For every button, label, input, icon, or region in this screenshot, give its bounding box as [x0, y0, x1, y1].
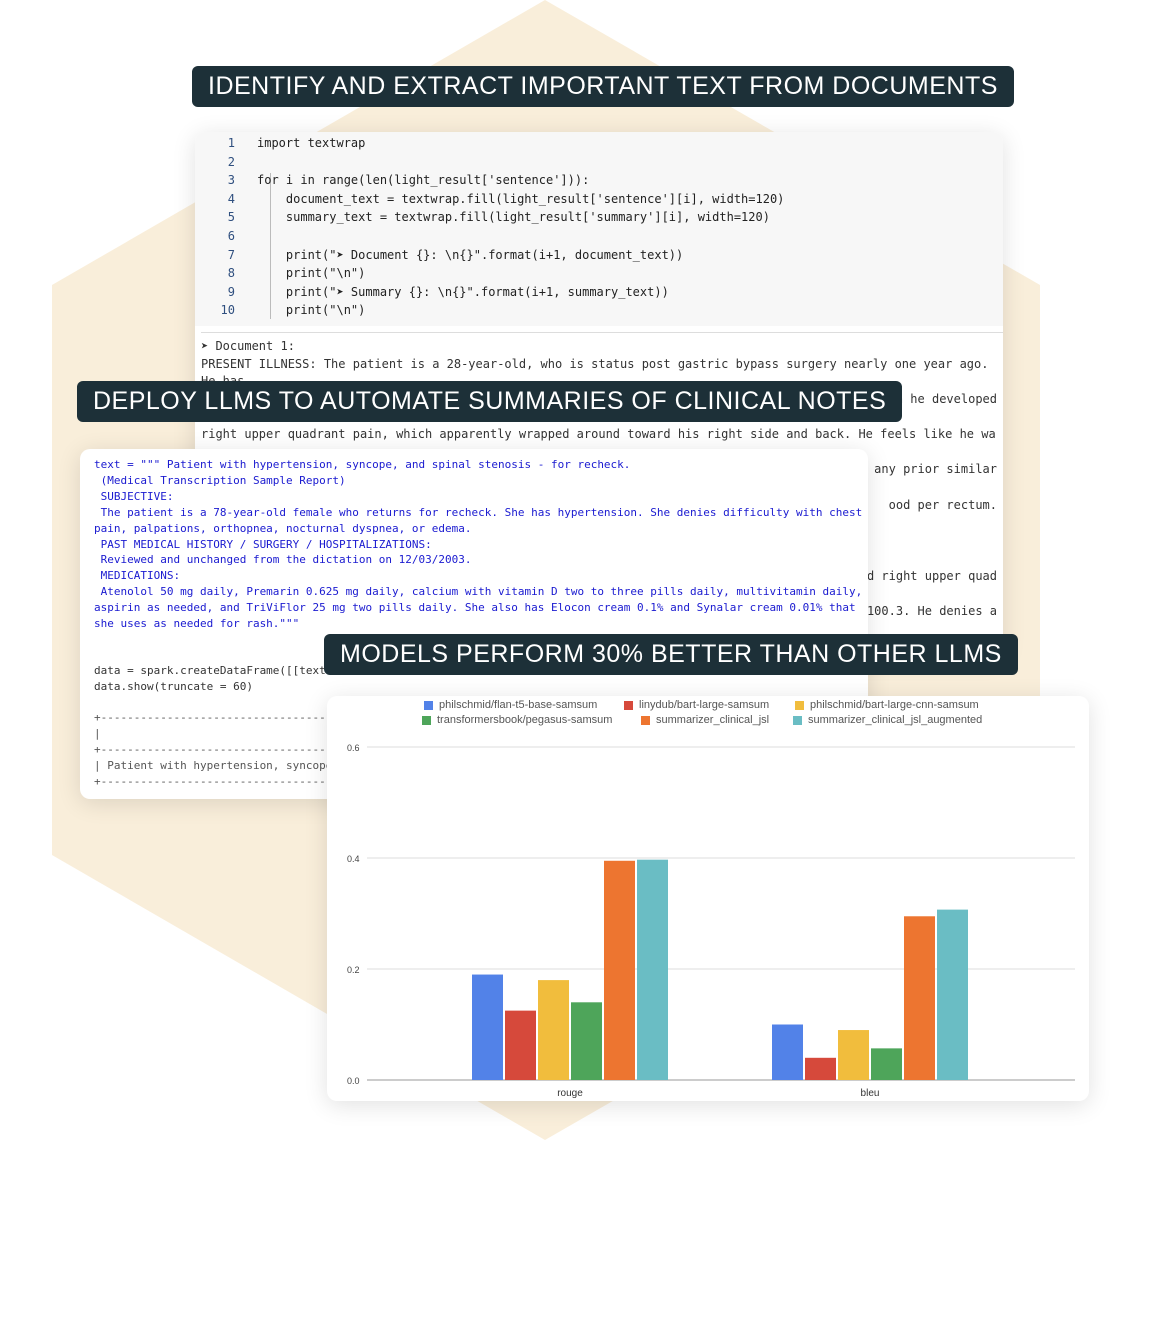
- text-line: pain, palpations, orthopnea, nocturnal d…: [94, 521, 472, 535]
- output-line: PRESENT ILLNESS: The patient is a 28-yea…: [201, 357, 989, 371]
- bar-rouge-3: [571, 1002, 602, 1080]
- text-line: Atenolol 50 mg daily, Premarin 0.625 mg …: [94, 585, 863, 599]
- line-number: 5: [227, 210, 235, 225]
- code-line: print("➤ Document {}: \n{}".format(i+1, …: [257, 247, 684, 262]
- bar-rouge-1: [505, 1010, 536, 1080]
- text-line: Reviewed and unchanged from the dictatio…: [94, 553, 472, 567]
- code-line: data.show(truncate = 60): [94, 680, 253, 693]
- table-line: |: [94, 727, 101, 740]
- code-line: print("\n"): [257, 303, 366, 318]
- bar-bleu-1: [805, 1057, 836, 1080]
- banner-identify-extract: IDENTIFY AND EXTRACT IMPORTANT TEXT FROM…: [192, 66, 1014, 107]
- text-line: aspirin as needed, and TriViFlor 25 mg t…: [94, 601, 856, 615]
- line-number: 9: [227, 284, 235, 299]
- line-number: 1: [227, 136, 235, 150]
- bar-rouge-4: [604, 860, 635, 1080]
- bar-rouge-5: [637, 859, 668, 1080]
- bar-bleu-4: [904, 916, 935, 1080]
- code-line: summary_text = textwrap.fill(light_resul…: [257, 210, 770, 225]
- code-line: for i in range(len(light_result['sentenc…: [257, 173, 590, 188]
- line-number: 6: [227, 229, 235, 243]
- output-line: 100.3. He denies a: [866, 604, 997, 618]
- line-number: 10: [220, 303, 235, 318]
- line-number: 4: [227, 191, 235, 206]
- code-line: print("\n"): [257, 266, 366, 281]
- bar-rouge-0: [472, 974, 503, 1080]
- text-line: The patient is a 78-year-old female who …: [94, 505, 863, 519]
- x-tick-label: bleu: [861, 1088, 880, 1099]
- banner-models-perform: MODELS PERFORM 30% BETTER THAN OTHER LLM…: [324, 634, 1018, 675]
- bar-bleu-5: [937, 909, 968, 1080]
- output-line: right upper quadrant pain, which apparen…: [201, 427, 996, 441]
- y-tick-label: 0.6: [347, 743, 360, 753]
- bar-bleu-2: [838, 1030, 869, 1080]
- output-line: nd right upper quad: [859, 569, 997, 583]
- code-line: data = spark.createDataFrame([[text: [94, 664, 326, 677]
- text-line: (Medical Transcription Sample Report): [94, 473, 346, 487]
- line-number: 2: [227, 154, 235, 169]
- bar-chart-card: philschmid/flan-t5-base-samsum linydub/ba…: [327, 696, 1089, 1101]
- table-line: | Patient with hypertension, syncope: [94, 759, 333, 772]
- y-tick-label: 0.4: [347, 854, 360, 864]
- text-line: MEDICATIONS:: [94, 569, 181, 583]
- bar-chart: 0.0 0.2 0.4 0.6 rouge bleu: [347, 743, 1075, 1099]
- line-number: 3: [227, 173, 235, 188]
- code-editor[interactable]: 1 import textwrap 2 3 for i in range(len(lig…: [195, 132, 1003, 326]
- banner-deploy-llms: DEPLOY LLMS TO AUTOMATE SUMMARIES OF CLI…: [77, 381, 903, 422]
- output-line: ood per rectum.: [888, 498, 997, 512]
- code-line: print("➤ Summary {}: \n{}".format(i+1, s…: [257, 284, 669, 299]
- y-tick-label: 0.0: [347, 1076, 360, 1086]
- code-line: document_text = textwrap.fill(light_resu…: [257, 191, 785, 206]
- code-line: import textwrap: [257, 136, 366, 150]
- x-tick-label: rouge: [557, 1088, 583, 1099]
- text-line: text = """ Patient with hypertension, sy…: [94, 458, 631, 471]
- line-number: 7: [227, 247, 235, 262]
- text-line: SUBJECTIVE:: [94, 489, 174, 503]
- line-number: 8: [227, 266, 235, 281]
- y-tick-label: 0.2: [347, 965, 360, 975]
- bar-rouge-2: [538, 980, 569, 1080]
- output-line: any prior similar: [874, 462, 997, 476]
- bar-bleu-3: [871, 1048, 902, 1080]
- bar-bleu-0: [772, 1024, 803, 1080]
- text-line: she uses as needed for rash.""": [94, 617, 300, 630]
- text-line: PAST MEDICAL HISTORY / SURGERY / HOSPITA…: [94, 537, 432, 551]
- output-line: ➤ Document 1:: [201, 339, 295, 353]
